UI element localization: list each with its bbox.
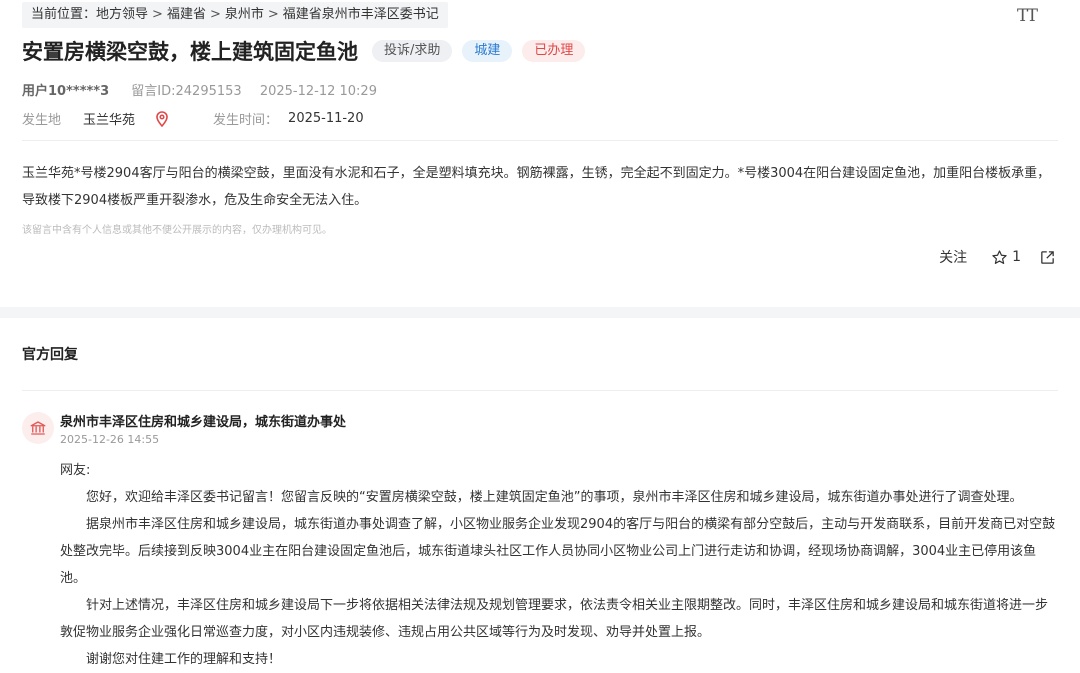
breadcrumb-item-secretary[interactable]: 福建省泉州市丰泽区委书记 [283,7,439,22]
reply-paragraph: 据泉州市丰泽区住房和城乡建设局，城东街道办事处调查了解，小区物业服务企业发现29… [60,517,1056,586]
government-building-icon [22,412,54,444]
breadcrumb-item-province[interactable]: 福建省 [167,7,206,22]
post-meta: 用户10*****3 留言ID:24295153 2025-12-12 10:2… [22,80,377,99]
post-time: 2025-12-12 10:29 [259,84,377,99]
user-name: 用户10*****3 [22,84,110,99]
official-reply-section: 官方回复 泉州市丰泽区住房和城乡建设局，城东街道办事处 2025-12-26 1… [0,318,1080,673]
reply-section-title: 官方回复 [22,347,78,363]
post-location-meta: 发生地 玉兰华苑 发生时间： 2025-11-20 [22,109,364,128]
breadcrumb: 当前位置：地方领导 > 福建省 > 泉州市 > 福建省泉州市丰泽区委书记 [22,2,448,28]
breadcrumb-prefix: 当前位置： [31,7,97,22]
privacy-note: 该留言中含有个人信息或其他不便公开展示的内容，仅办理机构可见。 [22,225,332,236]
title-row: 安置房横梁空鼓，楼上建筑固定鱼池 投诉/求助 城建 已办理 [22,36,595,66]
reply-org-header: 泉州市丰泽区住房和城乡建设局，城东街道办事处 2025-12-26 14:55 [22,411,1058,451]
location-value: 玉兰华苑 [83,113,136,128]
reply-paragraph: 针对上述情况，丰泽区住房和城乡建设局下一步将依据相关法律法规及规划管理要求，依法… [60,598,1049,640]
divider [22,390,1058,391]
reply-paragraph: 您好，欢迎给丰泽区委书记留言！您留言反映的“安置房横梁空鼓，楼上建筑固定鱼池”的… [86,490,1023,505]
tag-type: 投诉/求助 [372,40,453,62]
location-label: 发生地 [22,113,62,128]
share-icon[interactable] [1039,249,1056,266]
tag-category: 城建 [462,40,513,62]
reply-org-name: 泉州市丰泽区住房和城乡建设局，城东街道办事处 [60,415,347,430]
status-badge: 已办理 [522,40,586,62]
post-content: 玉兰华苑*号楼2904客厅与阳台的横梁空鼓，里面没有水泥和石子，全是塑料填充块。… [22,166,1051,208]
star-icon [991,249,1008,266]
breadcrumb-item-city[interactable]: 泉州市 [225,7,264,22]
section-separator [0,307,1080,318]
location-pin-icon[interactable] [155,110,169,127]
message-id: 留言ID:24295153 [131,84,242,99]
star-button[interactable]: 1 [991,249,1021,266]
reply-paragraph: 谢谢您对住建工作的理解和支持！ [86,652,282,667]
divider [22,140,1058,141]
post-header: 当前位置：地方领导 > 福建省 > 泉州市 > 福建省泉州市丰泽区委书记 TT 安置房横梁空… [0,0,1080,307]
reply-greeting: 网友: [60,463,91,478]
star-count: 1 [1012,249,1021,265]
font-size-icon[interactable]: TT [1017,6,1038,26]
follow-button[interactable]: 关注 [939,247,967,267]
post-actions: 关注 1 [939,247,1056,267]
reply-body: 网友: 您好，欢迎给丰泽区委书记留言！您留言反映的“安置房横梁空鼓，楼上建筑固定… [60,457,1058,673]
page-title: 安置房横梁空鼓，楼上建筑固定鱼池 [22,40,358,64]
reply-time: 2025-12-26 14:55 [60,433,160,446]
occur-time-label: 发生时间： [213,113,279,128]
breadcrumb-item-leaders[interactable]: 地方领导 [96,7,148,22]
occur-time-value: 2025-11-20 [288,111,364,126]
